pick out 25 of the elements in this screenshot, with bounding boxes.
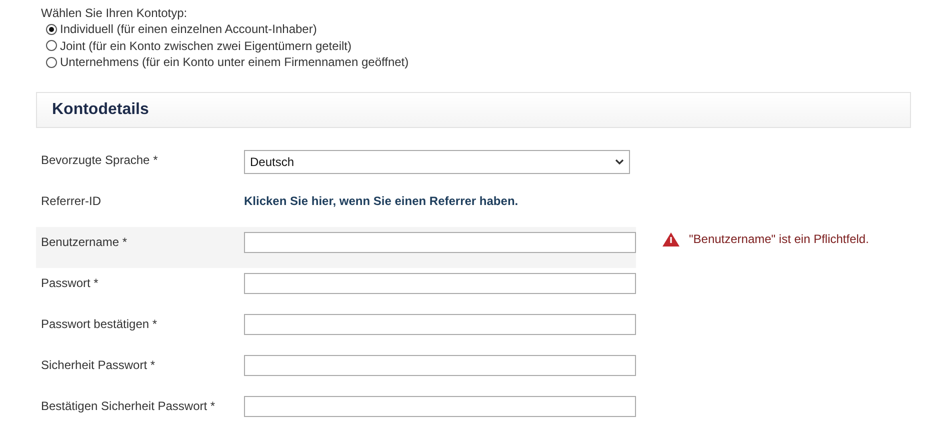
field-label: Bevorzugte Sprache * (41, 152, 159, 166)
option-label: Unternehmens (für ein Konto unter einem Firmennamen geöffnet) (60, 54, 409, 70)
warning-icon (662, 232, 680, 246)
language-select[interactable]: Deutsch (244, 150, 630, 174)
error-message: "Benutzername" ist ein Pflichtfeld. (689, 232, 869, 246)
field-label: Passwort * (41, 276, 100, 290)
radio-button[interactable] (46, 24, 57, 35)
radio-button[interactable] (46, 40, 57, 52)
field-label: Passwort bestätigen * (41, 316, 158, 330)
field-label: Referrer-ID (41, 194, 102, 208)
input-field[interactable] (244, 232, 636, 252)
field-label: Bestätigen Sicherheit Passwort * (41, 398, 216, 412)
input-field[interactable] (244, 272, 636, 294)
field-label: Benutzername * (41, 234, 128, 248)
referrer-link[interactable]: Klicken Sie hier, wenn Sie einen Referrer haben. (244, 194, 518, 208)
field-label: Sicherheit Passwort * (41, 358, 156, 372)
input-field[interactable] (244, 396, 636, 416)
option-label: Joint (für ein Konto zwischen zwei Eigentümern geteilt) (60, 38, 352, 54)
section-title: Kontodetails (52, 100, 149, 118)
chevron-down-icon (615, 158, 624, 164)
option-label: Individuell (für einen einzelnen Account-Inhaber) (60, 21, 317, 38)
account-type-label: Wählen Sie Ihren Kontotyp: (41, 5, 188, 21)
radio-button[interactable] (46, 56, 57, 68)
input-field[interactable] (244, 314, 636, 334)
input-field[interactable] (244, 354, 636, 376)
